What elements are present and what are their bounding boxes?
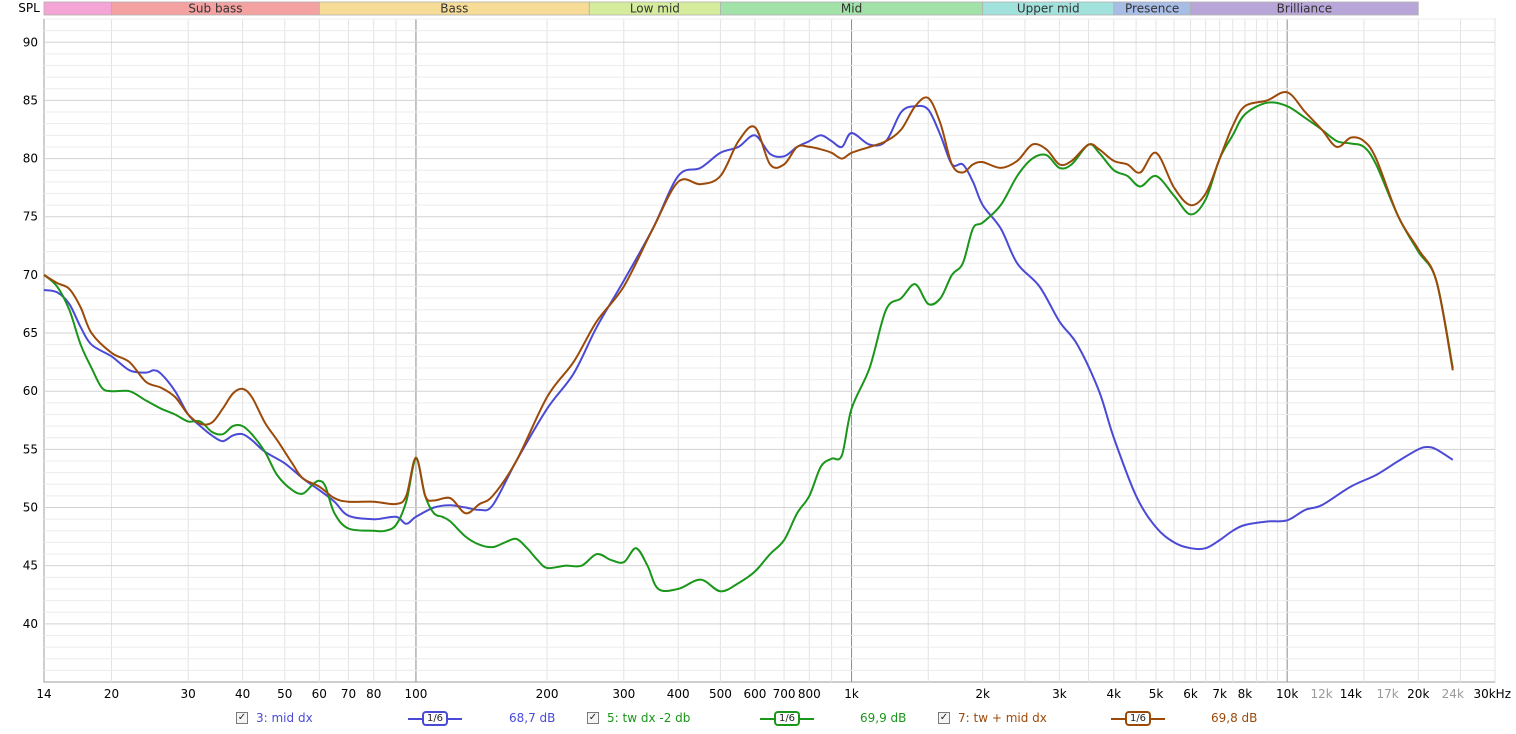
x-tick-11: 400 [667,687,690,701]
series-2-name[interactable]: 5: tw dx -2 db [607,711,690,725]
y-tick-10: 90 [23,35,38,49]
y-tick-2: 50 [23,501,38,515]
series-2-checkbox[interactable]: ✓ [587,712,599,724]
y-axis-label: SPL [18,1,40,15]
x-tick-13: 600 [743,687,766,701]
x-tick-26: 14k [1340,687,1362,701]
series-1-name[interactable]: 3: mid dx [256,711,313,725]
x-tick-10: 300 [612,687,635,701]
x-tick-22: 7k [1212,687,1227,701]
series-3-checkbox[interactable]: ✓ [938,712,950,724]
y-tick-5: 65 [23,326,38,340]
x-tick-15: 800 [798,687,821,701]
y-tick-7: 75 [23,210,38,224]
x-tick-2: 30 [181,687,196,701]
x-tick-17: 2k [975,687,990,701]
x-tick-23: 8k [1238,687,1253,701]
x-tick-18: 3k [1052,687,1067,701]
band-label-4: Mid [841,2,862,16]
band-label-1: Sub bass [188,2,242,16]
y-tick-4: 60 [23,384,38,398]
x-tick-1: 20 [104,687,119,701]
x-tick-28: 20k [1407,687,1429,701]
series-3-value: 69,8 dB [1211,711,1258,725]
x-tick-4: 50 [277,687,292,701]
band-label-6: Presence [1125,2,1179,16]
band-label-7: Brilliance [1277,2,1332,16]
x-tick-0: 14 [36,687,51,701]
x-tick-29: 24k [1442,687,1464,701]
x-tick-19: 4k [1107,687,1122,701]
frequency-response-chart: Sub bass Bass Low mid Mid Upper mid Presence B… [18,1,1511,701]
frequency-band-bar: Sub bass Bass Low mid Mid Upper mid Presence B… [43,1,1419,16]
band-label-2: Bass [440,2,468,16]
series-2-value: 69,9 dB [860,711,907,725]
x-tick-21: 6k [1183,687,1198,701]
series-1-value: 68,7 dB [509,711,556,725]
x-tick-8: 100 [404,687,427,701]
x-axis: 14 20 30 40 50 60 70 80 100 200 300 400 500 600 700 800… [36,687,1511,701]
x-tick-7: 80 [366,687,381,701]
x-tick-14: 700 [773,687,796,701]
x-tick-30: 30kHz [1473,687,1511,701]
y-tick-6: 70 [23,268,38,282]
x-tick-12: 500 [709,687,732,701]
series-3-smoothing-button[interactable]: 1/6 [1125,711,1151,726]
series-2-smoothing-button[interactable]: 1/6 [774,711,800,726]
x-tick-27: 17k [1376,687,1398,701]
series-3-name[interactable]: 7: tw + mid dx [958,711,1047,725]
y-tick-3: 55 [23,442,38,456]
x-tick-6: 70 [341,687,356,701]
y-tick-0: 40 [23,617,38,631]
band-label-3: Low mid [630,2,680,16]
series-1-smoothing-button[interactable]: 1/6 [422,711,448,726]
x-tick-3: 40 [235,687,250,701]
x-tick-9: 200 [536,687,559,701]
x-tick-24: 10k [1276,687,1298,701]
y-tick-8: 80 [23,152,38,166]
series-1-checkbox[interactable]: ✓ [236,712,248,724]
x-tick-5: 60 [312,687,327,701]
y-axis: 40 45 50 55 60 65 70 75 80 85 90 [23,35,38,631]
y-tick-1: 45 [23,559,38,573]
x-tick-20: 5k [1149,687,1164,701]
y-tick-9: 85 [23,93,38,107]
x-tick-16: 1k [844,687,859,701]
band-label-5: Upper mid [1017,2,1080,16]
x-tick-25: 12k [1311,687,1333,701]
band-0 [43,1,112,16]
